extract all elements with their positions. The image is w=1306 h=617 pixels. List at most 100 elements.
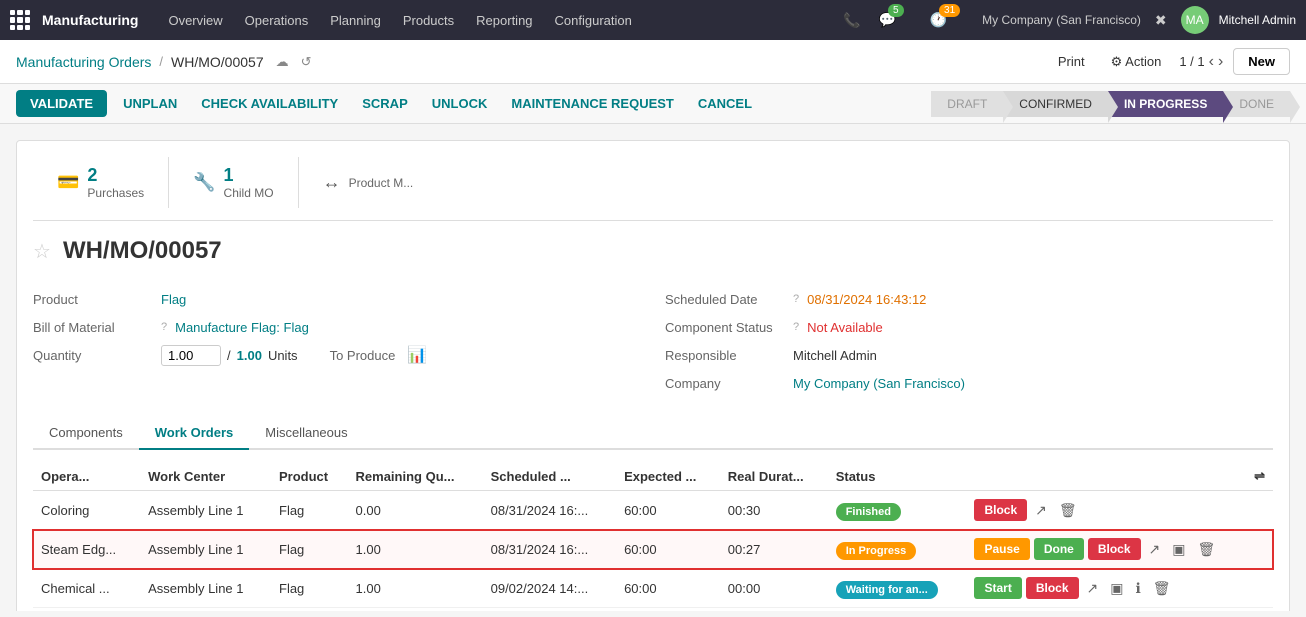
col-work-center: Work Center	[140, 462, 271, 491]
validate-button[interactable]: VALIDATE	[16, 90, 107, 117]
cell-real-duration: 00:00	[720, 608, 828, 612]
block-button[interactable]: Block	[1026, 577, 1079, 599]
tab-components[interactable]: Components	[33, 417, 139, 450]
quantity-unit: Units	[268, 348, 298, 363]
product-value[interactable]: Flag	[161, 292, 186, 307]
product-field-row: Product Flag	[33, 285, 641, 313]
cell-actions: StartBlock ↗ ▣ ℹ 🗑	[966, 608, 1273, 612]
cell-expected: 60:00	[616, 530, 720, 569]
child-mo-count: 1	[224, 165, 274, 186]
start-button[interactable]: Start	[974, 577, 1021, 599]
responsible-label: Responsible	[665, 348, 785, 363]
action-bar: VALIDATE UNPLAN CHECK AVAILABILITY SCRAP…	[0, 84, 1306, 124]
cell-status: Waiting for an...	[828, 608, 967, 612]
favorite-star-icon[interactable]: ☆	[33, 239, 51, 264]
cell-work-center: Assembly Line 1	[140, 608, 271, 612]
cell-status: Waiting for an...	[828, 569, 967, 608]
form-fields: Product Flag Bill of Material ? Manufact…	[33, 285, 1273, 397]
block-button[interactable]: Block	[1088, 538, 1141, 560]
table-row: Coloring Assembly Line 1 Flag 0.00 08/31…	[33, 491, 1273, 530]
activity-icon[interactable]: 🕐31	[926, 7, 973, 33]
unplan-button[interactable]: UNPLAN	[115, 90, 185, 117]
unlock-button[interactable]: UNLOCK	[424, 90, 496, 117]
check-availability-button[interactable]: CHECK AVAILABILITY	[193, 90, 346, 117]
scheduled-date-help-icon[interactable]: ?	[793, 293, 799, 305]
done-button[interactable]: Done	[1034, 538, 1084, 560]
tab-work-orders[interactable]: Work Orders	[139, 417, 250, 450]
settings-icon[interactable]: ✖	[1151, 8, 1171, 33]
component-status-help-icon[interactable]: ?	[793, 321, 799, 333]
bar-chart-icon[interactable]: 📊	[407, 345, 427, 365]
quantity-input[interactable]	[161, 345, 221, 366]
quantity-target: 1.00	[237, 348, 262, 363]
quantity-field-row: Quantity / 1.00 Units To Produce 📊	[33, 341, 641, 369]
cell-expected: 60:00	[616, 491, 720, 530]
component-status-value: Not Available	[807, 320, 883, 335]
app-name[interactable]: Manufacturing	[42, 12, 138, 28]
cell-expected: 60:00	[616, 569, 720, 608]
bom-value[interactable]: Manufacture Flag: Flag	[175, 320, 309, 335]
scrap-button[interactable]: SCRAP	[354, 90, 416, 117]
company-field-row: Company My Company (San Francisco)	[665, 369, 1273, 397]
tablet-icon[interactable]: ▣	[1106, 578, 1127, 599]
purchases-stat-button[interactable]: 💳 2 Purchases	[33, 157, 169, 208]
scheduled-date-value[interactable]: 08/31/2024 16:43:12	[807, 292, 926, 307]
status-badge: In Progress	[836, 542, 917, 560]
prev-record-button[interactable]: ‹	[1209, 53, 1214, 71]
avatar[interactable]: MA	[1181, 6, 1209, 34]
to-produce-label: To Produce	[330, 348, 396, 363]
row-actions: Block ↗ 🗑	[974, 499, 1265, 521]
breadcrumb-parent[interactable]: Manufacturing Orders	[16, 54, 151, 70]
external-link-icon[interactable]: ↗	[1031, 500, 1051, 521]
component-status-label: Component Status	[665, 320, 785, 335]
print-button[interactable]: Print	[1050, 50, 1093, 73]
menu-products[interactable]: Products	[393, 9, 464, 32]
menu-planning[interactable]: Planning	[320, 9, 391, 32]
new-button[interactable]: New	[1233, 48, 1290, 75]
app-grid-icon[interactable]	[10, 10, 30, 30]
pause-button[interactable]: Pause	[974, 538, 1029, 560]
cell-work-center: Assembly Line 1	[140, 569, 271, 608]
info-icon[interactable]: ℹ	[1131, 578, 1144, 599]
external-link-icon[interactable]: ↗	[1145, 539, 1165, 560]
row-actions: PauseDoneBlock ↗ ▣ 🗑	[974, 538, 1265, 560]
next-record-button[interactable]: ›	[1218, 53, 1223, 71]
cell-operation: Steam Edg...	[33, 530, 140, 569]
col-scheduled: Scheduled ...	[483, 462, 616, 491]
child-mo-stat-button[interactable]: 🔧 1 Child MO	[169, 157, 298, 208]
activity-badge: 31	[939, 4, 960, 17]
product-m-stat-button[interactable]: ↔ Product M...	[299, 157, 438, 208]
quantity-label: Quantity	[33, 348, 153, 363]
status-bar: DRAFT CONFIRMED IN PROGRESS DONE	[931, 91, 1290, 117]
tab-miscellaneous[interactable]: Miscellaneous	[249, 417, 363, 450]
action-button[interactable]: ⚙ Action	[1103, 50, 1170, 74]
delete-icon[interactable]: 🗑	[1055, 500, 1081, 521]
responsible-value: Mitchell Admin	[793, 348, 877, 363]
block-button[interactable]: Block	[974, 499, 1027, 521]
chat-icon[interactable]: 💬5	[875, 7, 916, 33]
col-operation: Opera...	[33, 462, 140, 491]
form-tabs: Components Work Orders Miscellaneous	[33, 417, 1273, 450]
phone-icon[interactable]: 📞	[839, 8, 864, 33]
external-link-icon[interactable]: ↗	[1083, 578, 1103, 599]
tablet-icon[interactable]: ▣	[1168, 539, 1189, 560]
maintenance-request-button[interactable]: MAINTENANCE REQUEST	[503, 90, 682, 117]
delete-icon[interactable]: 🗑	[1193, 539, 1219, 560]
purchases-label: Purchases	[87, 186, 144, 200]
table-header-row: Opera... Work Center Product Remaining Q…	[33, 462, 1273, 491]
bom-help-icon[interactable]: ?	[161, 321, 167, 333]
menu-operations[interactable]: Operations	[235, 9, 319, 32]
status-confirmed: CONFIRMED	[1003, 91, 1108, 117]
col-status: Status	[828, 462, 967, 491]
refresh-icon[interactable]: ↺	[301, 54, 312, 70]
cancel-button[interactable]: CANCEL	[690, 90, 760, 117]
menu-overview[interactable]: Overview	[158, 9, 232, 32]
cell-actions: Block ↗ 🗑	[966, 491, 1273, 530]
cell-scheduled: 09/02/2024 15:...	[483, 608, 616, 612]
cloud-save-icon[interactable]: ☁	[276, 54, 289, 70]
cell-product: Flag	[271, 569, 348, 608]
menu-reporting[interactable]: Reporting	[466, 9, 542, 32]
menu-configuration[interactable]: Configuration	[545, 9, 642, 32]
delete-icon[interactable]: 🗑	[1149, 578, 1175, 599]
product-label: Product	[33, 292, 153, 307]
